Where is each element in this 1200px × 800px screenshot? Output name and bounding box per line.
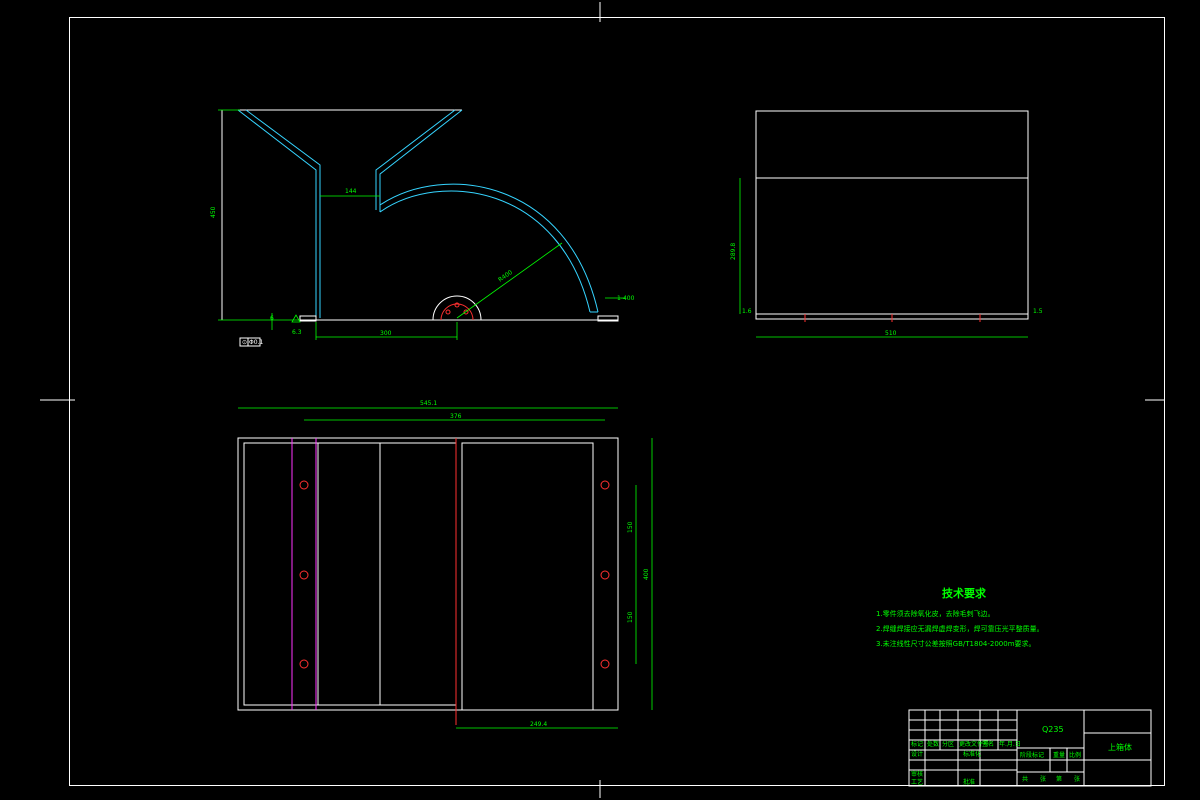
dim-side-width: 510 [885, 330, 897, 337]
tolerance-symbol: ⊙ [242, 339, 247, 346]
plan-view: 545.1 376 249.4 400 150 150 [237, 400, 653, 729]
tb-sheet-unit-1: 张 [1040, 775, 1046, 783]
left-funnel-wall-inner [245, 109, 321, 318]
hole-left-2 [299, 570, 309, 580]
dim-base: 300 [380, 330, 392, 337]
dim-height: 450 [210, 206, 217, 218]
sheet-frame [40, 2, 1165, 798]
plan-left-panel [243, 442, 457, 706]
dim-radius: R400 [497, 269, 514, 284]
dim-throat: 144 [345, 188, 357, 195]
tb-sheet-total: 共 [1022, 775, 1028, 783]
shaft-bolt-1 [445, 309, 451, 315]
tech-note-3: 3.未注线性尺寸公差按照GB/T1804-2000m要求。 [876, 639, 1036, 648]
arc-housing-inner [379, 190, 591, 313]
tb-label-standard: 标准化 [963, 750, 981, 758]
cad-drawing: 144 450 300 R400 1-400 6 6.3 ⊙ Φ0.1 289.… [40, 2, 1165, 798]
tb-label-sign: 签名 [982, 740, 994, 748]
dim-pitch-bottom: 150 [627, 611, 634, 623]
hole-right-3 [600, 659, 610, 669]
tech-note-2: 2.焊缝焊接应无漏焊虚焊变形，焊可靠压光平整质量。 [876, 624, 1044, 633]
side-outline [755, 110, 1029, 320]
tech-notes-title: 技术要求 [942, 586, 987, 600]
dim-side-height: 289.8 [730, 243, 737, 260]
tb-label-zone: 分区 [942, 740, 954, 748]
title-block: Q235 上箱体 标记 处数 分区 更改文件号 签名 年.月.日 设计 标准化 … [908, 709, 1152, 787]
tb-label-date: 年.月.日 [999, 740, 1021, 748]
side-view: 289.8 510 1.6 1.5 [730, 110, 1043, 338]
tb-label-design: 设计 [911, 750, 923, 758]
tb-part-name: 上箱体 [1108, 742, 1132, 752]
plan-outline [237, 437, 619, 711]
hole-left-1 [299, 480, 309, 490]
front-view: 144 450 300 R400 1-400 6 6.3 ⊙ Φ0.1 [210, 109, 635, 347]
datum-triangle [291, 314, 301, 323]
tb-label-weight: 重量 [1053, 751, 1065, 759]
right-note: 1-400 [617, 295, 635, 302]
tech-notes: 技术要求 1.零件须去除氧化皮，去除毛刺飞边。 2.焊缝焊接应无漏焊虚焊变形，焊… [876, 586, 1044, 648]
inner-border [69, 17, 1165, 786]
arc-housing-outer [379, 183, 599, 313]
dim-right-total: 400 [643, 568, 650, 580]
tolerance-value: Φ0.1 [249, 339, 263, 346]
dim-side-left: 1.6 [742, 308, 752, 315]
datum-label: 6.3 [292, 329, 302, 336]
tech-note-1: 1.零件须去除氧化皮，去除毛刺飞边。 [876, 609, 995, 618]
tb-material: Q235 [1042, 725, 1064, 734]
tb-label-review: 审核 [911, 770, 923, 778]
tb-sheet-no: 第 [1056, 775, 1062, 783]
dim-pitch-top: 150 [627, 521, 634, 533]
plan-right-panel [461, 442, 594, 711]
tb-sheet-unit-2: 张 [1074, 775, 1080, 783]
hole-right-1 [600, 480, 610, 490]
plan-holes [299, 480, 610, 669]
tb-label-mark: 标记 [911, 740, 923, 748]
dim-radius-line [456, 242, 563, 319]
weld-note: 6 [270, 315, 274, 322]
dim-bottom: 249.4 [530, 721, 547, 728]
tb-label-stage: 阶段标记 [1020, 751, 1044, 759]
shaft-housing-outer [432, 295, 482, 321]
hole-left-3 [299, 659, 309, 669]
hole-right-2 [600, 570, 610, 580]
tb-label-count: 处数 [927, 740, 939, 748]
right-funnel-wall-outer [379, 109, 463, 212]
dim-holespan: 376 [450, 413, 462, 420]
dim-overall: 545.1 [420, 400, 437, 407]
tb-label-process: 工艺 [911, 778, 923, 786]
dim-side-right: 1.5 [1033, 308, 1043, 315]
tb-label-approve: 批准 [963, 778, 975, 786]
tb-label-scale: 比例 [1069, 751, 1081, 759]
left-funnel-wall-outer [237, 109, 317, 318]
